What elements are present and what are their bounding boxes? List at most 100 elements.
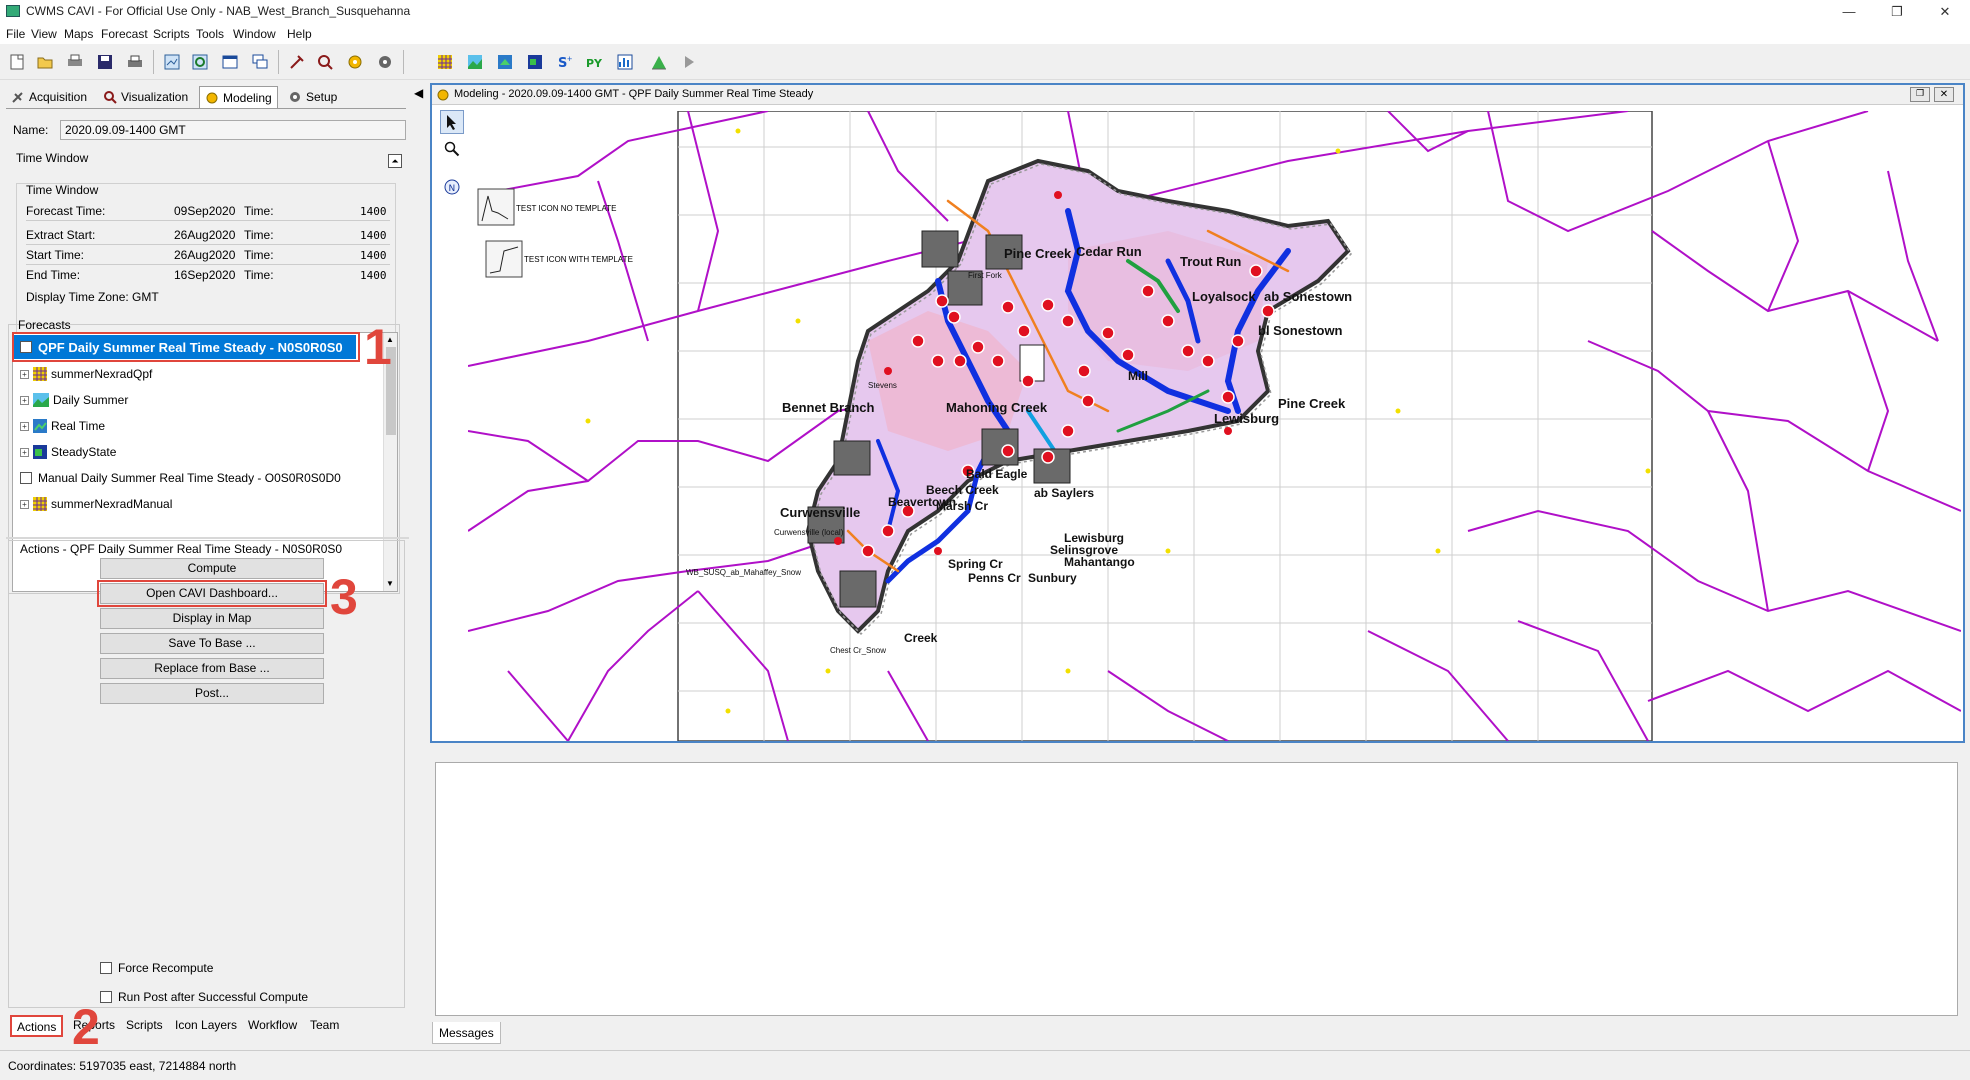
script-plus-icon[interactable]: S +: [553, 50, 577, 74]
tab-icon-layers[interactable]: Icon Layers: [170, 1015, 242, 1037]
forecast-label: Manual Daily Summer Real Time Steady - O…: [38, 471, 341, 485]
tab-modeling[interactable]: Modeling: [199, 86, 278, 108]
minimize-button[interactable]: —: [1832, 2, 1866, 22]
run-post-checkbox[interactable]: [100, 991, 112, 1003]
tree-node-real-time[interactable]: + Real Time: [20, 416, 105, 436]
restore-button[interactable]: ❐: [1880, 2, 1914, 22]
close-button[interactable]: ✕: [1928, 2, 1962, 22]
tab-setup[interactable]: Setup: [283, 86, 342, 108]
forecast-checkbox[interactable]: [20, 472, 32, 484]
start-time-date: 26Aug2020: [174, 248, 236, 262]
open-cavi-dashboard-button[interactable]: Open CAVI Dashboard...: [97, 580, 327, 607]
extract-start-label: Extract Start:: [26, 228, 96, 242]
start-time-value: 1400: [360, 249, 387, 262]
tree-node-label: SteadyState: [51, 445, 117, 459]
zoom-button[interactable]: [440, 137, 464, 161]
save-icon[interactable]: [93, 50, 117, 74]
tab-messages[interactable]: Messages: [432, 1022, 501, 1044]
select-pointer-button[interactable]: [440, 110, 464, 134]
tab-acquisition-label: Acquisition: [29, 90, 88, 104]
tab-team[interactable]: Team: [305, 1015, 344, 1037]
force-recompute-label: Force Recompute: [118, 961, 214, 975]
refresh-icon[interactable]: [188, 50, 212, 74]
map-label: Pine Creek: [1004, 246, 1072, 261]
expand-icon[interactable]: +: [20, 369, 29, 379]
tab-acquisition[interactable]: Acquisition: [6, 86, 92, 108]
open-icon[interactable]: [33, 50, 57, 74]
python-icon[interactable]: PY: [583, 50, 607, 74]
forecast-row-manual[interactable]: Manual Daily Summer Real Time Steady - O…: [20, 468, 341, 488]
print-icon[interactable]: [123, 50, 147, 74]
post-button[interactable]: Post...: [100, 683, 324, 704]
globe-icon[interactable]: [523, 50, 547, 74]
map-label: Mill: [1128, 369, 1148, 383]
menu-help[interactable]: Help: [287, 27, 312, 41]
compute-button[interactable]: Compute: [100, 558, 324, 579]
tree-node-summernexradqpf[interactable]: + summerNexradQpf: [20, 364, 152, 384]
extract-start-date: 26Aug2020: [174, 228, 236, 242]
north-arrow-button[interactable]: N: [440, 175, 464, 199]
tab-visualization[interactable]: Visualization: [98, 86, 193, 108]
expand-icon[interactable]: +: [20, 395, 29, 405]
expand-icon[interactable]: +: [20, 499, 29, 509]
grid-icon[interactable]: [433, 50, 457, 74]
map-close-button[interactable]: ✕: [1934, 87, 1954, 102]
map-label: Pine Creek: [1278, 396, 1346, 411]
menu-file[interactable]: File: [6, 27, 25, 41]
gear-yellow-icon[interactable]: [343, 50, 367, 74]
tree-node-daily-summer[interactable]: + Daily Summer: [20, 390, 128, 410]
menu-view[interactable]: View: [31, 27, 57, 41]
tree-node-steadystate[interactable]: + SteadyState: [20, 442, 116, 462]
terrain-icon: [33, 393, 49, 407]
expand-icon[interactable]: +: [20, 447, 29, 457]
terrain-icon[interactable]: [463, 50, 487, 74]
layers-icon[interactable]: [493, 50, 517, 74]
cascade-icon[interactable]: [248, 50, 272, 74]
tab-actions[interactable]: Actions: [10, 1015, 64, 1037]
force-recompute-option[interactable]: Force Recompute: [100, 961, 213, 975]
gear-icon[interactable]: [373, 50, 397, 74]
window-icon[interactable]: [218, 50, 242, 74]
save-to-base-button[interactable]: Save To Base ...: [100, 633, 324, 654]
print-setup-icon[interactable]: [63, 50, 87, 74]
run-post-option[interactable]: Run Post after Successful Compute: [100, 990, 308, 1004]
collapse-up-icon[interactable]: ⏶: [388, 154, 402, 168]
map-export-icon[interactable]: [160, 50, 184, 74]
menu-scripts[interactable]: Scripts: [153, 27, 190, 41]
map-label: Bald Eagle: [966, 467, 1028, 481]
extract-start-time-label: Time:: [244, 228, 274, 242]
tab-scripts[interactable]: Scripts: [121, 1015, 168, 1037]
expand-icon[interactable]: +: [20, 421, 29, 431]
run-icon[interactable]: [677, 50, 701, 74]
splitter[interactable]: [6, 537, 409, 539]
chart-icon[interactable]: [613, 50, 637, 74]
tools-icon[interactable]: [285, 50, 309, 74]
forecast-time-label: Forecast Time:: [26, 204, 106, 218]
steady-icon: [33, 445, 47, 459]
hydrograph-icon[interactable]: [647, 50, 671, 74]
menu-maps[interactable]: Maps: [64, 27, 93, 41]
map-svg[interactable]: [468, 111, 1961, 741]
replace-from-base-button[interactable]: Replace from Base ...: [100, 658, 324, 679]
map-canvas[interactable]: TEST ICON NO TEMPLATE TEST ICON WITH TEM…: [468, 111, 1961, 741]
toolbar-separator: [403, 50, 404, 74]
messages-area[interactable]: [435, 762, 1958, 1016]
name-field[interactable]: 2020.09.09-1400 GMT: [60, 120, 406, 140]
force-recompute-checkbox[interactable]: [100, 962, 112, 974]
collapse-arrow-icon[interactable]: ◀: [414, 86, 424, 108]
end-time-date: 16Sep2020: [174, 268, 236, 282]
tree-node-summernexradmanual[interactable]: + summerNexradManual: [20, 494, 172, 514]
display-in-map-button[interactable]: Display in Map: [100, 608, 324, 629]
menu-window[interactable]: Window: [233, 27, 276, 41]
tab-workflow[interactable]: Workflow: [243, 1015, 302, 1037]
menu-forecast[interactable]: Forecast: [101, 27, 148, 41]
tools2-icon[interactable]: [313, 50, 337, 74]
new-icon[interactable]: [5, 50, 29, 74]
map-label: Bennet Branch: [782, 400, 875, 415]
modeling-window-icon: [437, 89, 449, 101]
map-restore-button[interactable]: ❐: [1910, 87, 1930, 102]
bottom-tabs: Actions Reports Scripts Icon Layers Work…: [6, 1015, 406, 1039]
messages-panel: Messages: [430, 752, 1965, 1048]
grid-icon: [33, 367, 47, 381]
menu-tools[interactable]: Tools: [196, 27, 224, 41]
